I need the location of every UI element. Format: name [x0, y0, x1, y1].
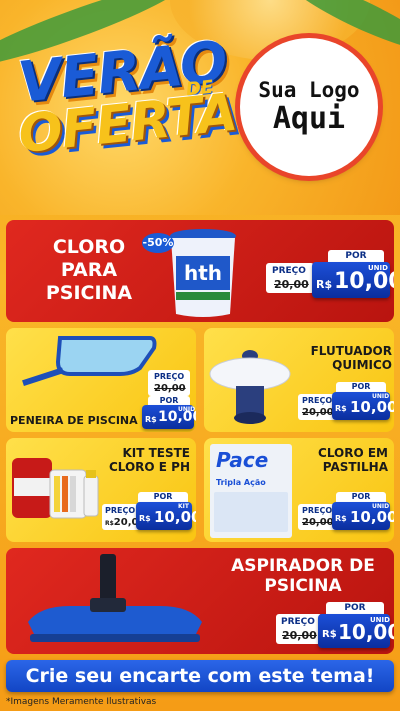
por-label: POR: [336, 492, 386, 502]
unit-label: UNID: [370, 616, 390, 624]
old-price: 20,00: [302, 517, 334, 528]
price-box: R$ 10,00 UNID: [318, 614, 394, 648]
product-title-line: PSICINA: [45, 281, 133, 304]
brand-logo: Pace: [216, 448, 269, 472]
product-title-line: PASTILHA: [322, 460, 388, 475]
price-box: R$ 10,00 UNID: [332, 502, 394, 530]
price-box: R$ 10,00 UNID: [312, 262, 394, 298]
pool-skimmer-net-image: [20, 334, 160, 392]
unit-label: UNID: [368, 264, 388, 272]
pool-vacuum-head-image: [20, 552, 210, 652]
product-title-line: KIT TESTE: [122, 446, 190, 460]
preco-label: PREÇO: [272, 266, 306, 276]
preco-label: PREÇO: [281, 617, 315, 627]
preco-label: PREÇO: [302, 506, 333, 515]
product-card-flutuador[interactable]: FLUTUADOR QUIMICO POR PREÇO 20,00 R$ 10,…: [204, 328, 394, 432]
por-label: POR: [336, 382, 386, 392]
old-price: 20,00: [154, 383, 186, 394]
product-title: KIT TESTE CLORO E PH: [102, 446, 190, 475]
preco-label: PREÇO: [154, 372, 185, 381]
currency: R$: [335, 514, 347, 523]
product-title-line: CLORO EM: [318, 446, 388, 460]
price: 10,00: [334, 269, 394, 294]
logo-placeholder[interactable]: Sua Logo Aqui: [240, 38, 378, 176]
logo-line1: Sua Logo: [258, 77, 360, 102]
chemical-floater-image: [208, 340, 292, 428]
currency: R$: [105, 520, 114, 527]
por-label: POR: [138, 492, 188, 502]
product-title-line: ASPIRADOR DE: [231, 556, 375, 576]
svg-text:hth: hth: [184, 261, 222, 285]
header-banner: VERÃO DE OFERTAS Sua Logo Aqui: [0, 0, 400, 215]
brand-sub: Tripla Ação: [216, 478, 266, 487]
disclaimer: *Imagens Meramente Ilustrativas: [6, 697, 157, 707]
currency: R$: [139, 514, 151, 523]
preco-label: PREÇO: [302, 396, 333, 405]
product-title: PENEIRA DE PISCINA: [10, 414, 140, 427]
old-price-box: PREÇO R$20,00: [102, 504, 145, 530]
preco-label: PREÇO: [105, 506, 136, 515]
price: 10,00: [350, 398, 394, 416]
old-price-box: PREÇO 20,00: [276, 614, 322, 644]
currency: R$: [322, 629, 337, 640]
product-title-line: FLUTUADOR: [310, 344, 392, 358]
price-box: R$ 10,00 UNID: [142, 405, 196, 429]
old-price: 20,00: [274, 278, 309, 291]
price-box: R$ 10,00 UNID: [332, 392, 394, 420]
price: 10,00: [350, 508, 394, 526]
product-card-cloro-pastilha[interactable]: Pace Tripla Ação CLORO EM PASTILHA POR P…: [204, 438, 394, 542]
old-price-box: PREÇO 20,00: [266, 263, 314, 293]
discount-badge: -50%: [142, 233, 174, 253]
price-box: R$ 10,00 KIT: [136, 502, 196, 530]
unit-label: UNID: [372, 393, 390, 400]
product-title-line: CLORO E PH: [108, 460, 190, 475]
chlorine-bucket-image: hth: [166, 226, 240, 318]
product-card-peneira[interactable]: PENEIRA DE PISCINA PREÇO 20,00 POR R$ 10…: [6, 328, 196, 432]
por-label: POR: [326, 602, 384, 614]
product-card-cloro[interactable]: CLORO PARA PSICINA hth -50% POR PREÇO 20…: [6, 220, 394, 322]
test-kit-image: [10, 452, 102, 538]
product-title-line: CLORO: [52, 236, 126, 258]
old-price: 20,00: [282, 629, 317, 642]
product-title-line: PENEIRA DE PISCINA: [10, 414, 138, 427]
product-title: ASPIRADOR DE PSICINA: [220, 556, 386, 597]
product-title: CLORO EM PASTILHA: [296, 446, 388, 475]
price: 10,00: [154, 508, 196, 526]
product-title-line: QUIMICO: [332, 358, 392, 373]
bag-panel: [214, 492, 288, 532]
product-card-aspirador[interactable]: ASPIRADOR DE PSICINA POR PREÇO 20,00 R$ …: [6, 548, 394, 654]
product-title-line: PARA: [60, 258, 118, 281]
por-label: POR: [328, 250, 384, 262]
unit-label: UNID: [178, 406, 196, 413]
product-title: FLUTUADOR QUIMICO: [294, 344, 392, 373]
chlorine-tablet-bag-image: Pace Tripla Ação: [210, 444, 292, 538]
old-price: 20,00: [302, 407, 334, 418]
unit-label: KIT: [178, 503, 189, 510]
currency: R$: [335, 404, 347, 413]
product-card-kit-teste[interactable]: KIT TESTE CLORO E PH POR PREÇO R$20,00 R…: [6, 438, 196, 542]
currency: R$: [316, 278, 333, 291]
cta-banner[interactable]: Crie seu encarte com este tema!: [6, 660, 394, 692]
logo-line2: Aqui: [272, 100, 346, 136]
old-price-box: PREÇO 20,00: [148, 370, 190, 396]
product-title-line: PSICINA: [264, 576, 342, 597]
product-title: CLORO PARA PSICINA: [14, 236, 164, 304]
unit-label: UNID: [372, 503, 390, 510]
currency: R$: [145, 415, 157, 424]
